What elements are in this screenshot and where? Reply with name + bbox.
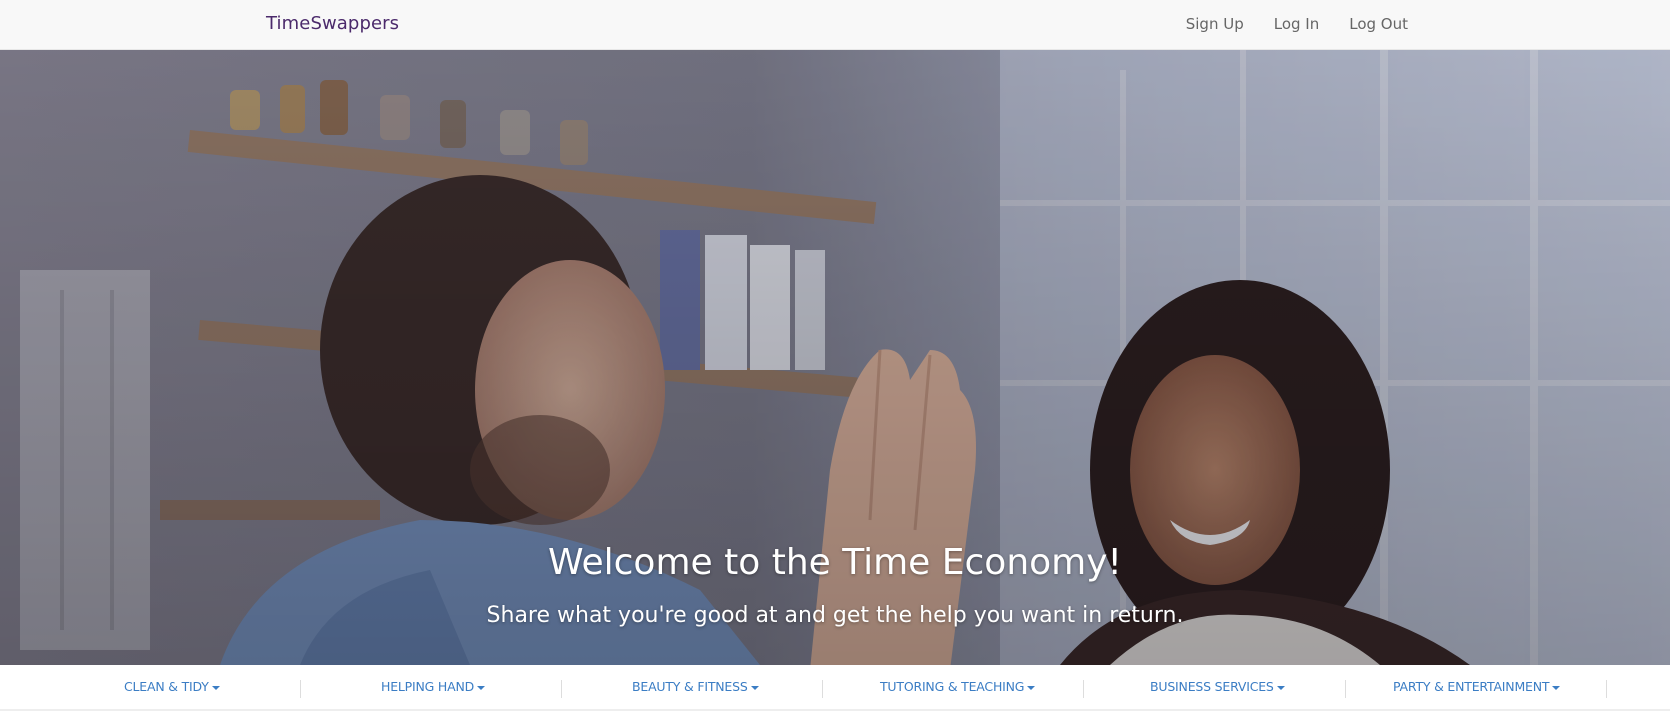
category-label: TUTORING & TEACHING — [880, 679, 1025, 694]
category-label: PARTY & ENTERTAINMENT — [1393, 679, 1550, 694]
nav-links: Sign Up Log In Log Out — [1186, 15, 1408, 33]
divider — [300, 680, 301, 698]
category-party-entertainment[interactable]: PARTY & ENTERTAINMENT — [1393, 679, 1561, 699]
category-helping-hand[interactable]: HELPING HAND — [381, 679, 486, 699]
category-business-services[interactable]: BUSINESS SERVICES — [1150, 679, 1285, 699]
category-label: CLEAN & TIDY — [124, 679, 209, 694]
category-label: HELPING HAND — [381, 679, 475, 694]
divider — [1083, 680, 1084, 698]
caret-down-icon — [1276, 685, 1285, 690]
hero-title: Welcome to the Time Economy! — [548, 542, 1122, 583]
hero-banner: Welcome to the Time Economy! Share what … — [0, 50, 1670, 665]
caret-down-icon — [1027, 685, 1036, 690]
category-label: BEAUTY & FITNESS — [632, 679, 748, 694]
divider — [561, 680, 562, 698]
log-in-link[interactable]: Log In — [1274, 15, 1320, 33]
log-out-link[interactable]: Log Out — [1349, 15, 1408, 33]
caret-down-icon — [1552, 685, 1561, 690]
hero-subtitle: Share what you're good at and get the he… — [486, 603, 1184, 628]
divider — [822, 680, 823, 698]
category-label: BUSINESS SERVICES — [1150, 679, 1274, 694]
brand-logo-link[interactable]: TimeSwappers — [266, 13, 399, 34]
sign-up-link[interactable]: Sign Up — [1186, 15, 1244, 33]
caret-down-icon — [211, 685, 220, 690]
divider — [1606, 680, 1607, 698]
category-clean-tidy[interactable]: CLEAN & TIDY — [124, 679, 220, 699]
caret-down-icon — [477, 685, 486, 690]
category-tutoring-teaching[interactable]: TUTORING & TEACHING — [880, 679, 1036, 699]
caret-down-icon — [750, 685, 759, 690]
category-beauty-fitness[interactable]: BEAUTY & FITNESS — [632, 679, 759, 699]
category-nav: CLEAN & TIDY HELPING HAND BEAUTY & FITNE… — [0, 665, 1670, 711]
top-navbar: TimeSwappers Sign Up Log In Log Out — [0, 0, 1670, 50]
divider — [1345, 680, 1346, 698]
